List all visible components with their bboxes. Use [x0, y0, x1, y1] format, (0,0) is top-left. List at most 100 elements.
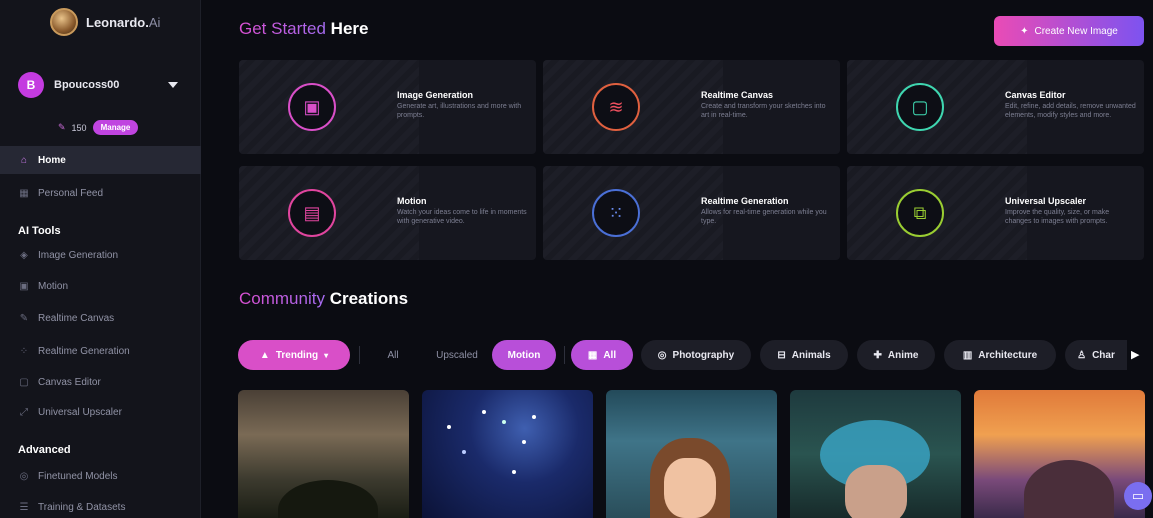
chat-icon: ▭ — [1131, 488, 1145, 503]
tile-title: Image Generation — [397, 90, 474, 100]
tree-silhouette — [278, 480, 378, 518]
sparkle-icon: ✚ — [873, 349, 882, 361]
tile-title: Canvas Editor — [1005, 90, 1066, 100]
leonardo-logo-icon — [50, 8, 78, 36]
divider — [359, 346, 360, 364]
community-image-card[interactable] — [606, 390, 777, 518]
user-menu[interactable]: B Bpoucoss00 — [18, 72, 188, 98]
manage-button[interactable]: Manage — [92, 120, 139, 135]
tile-canvas-editor[interactable]: ▢ Canvas Editor Edit, refine, add detail… — [847, 60, 1144, 154]
filter-motion[interactable]: Motion — [492, 340, 556, 370]
sidebar-item-motion[interactable]: ▣ Motion — [0, 272, 201, 300]
dataset-icon: ☰ — [19, 501, 29, 513]
filter-bar: ▲ Trending ▾ All Upscaled Motion ▦ All ◎… — [238, 340, 1153, 370]
chat-support-button[interactable]: ▭ — [1124, 482, 1152, 510]
sidebar-item-label: Finetuned Models — [38, 470, 118, 482]
sidebar-item-universal-upscaler[interactable]: ⤢ Universal Upscaler — [0, 398, 201, 426]
sidebar-item-home[interactable]: ⌂ Home — [0, 146, 201, 174]
sparkle-icon: ✦ — [1020, 25, 1029, 37]
filter-upscaled[interactable]: Upscaled — [422, 340, 492, 370]
avatar: B — [18, 72, 44, 98]
tile-motion[interactable]: ▤ Motion Watch your ideas come to life i… — [239, 166, 536, 260]
realtime-icon: ⁙ — [592, 189, 640, 237]
character-face — [664, 458, 716, 518]
motion-icon: ▣ — [19, 280, 29, 292]
sidebar-item-realtime-generation[interactable]: ⁘ Realtime Generation — [0, 337, 201, 365]
get-started-title: Get Started Here — [239, 19, 369, 38]
community-image-card[interactable] — [790, 390, 961, 518]
token-balance: ✎ 150 Manage — [58, 120, 139, 135]
brand[interactable]: Leonardo.Ai — [50, 6, 160, 38]
sidebar-item-label: Home — [38, 154, 66, 166]
community-image-card[interactable] — [238, 390, 409, 518]
tile-realtime-canvas[interactable]: ≋ Realtime Canvas Create and transform y… — [543, 60, 840, 154]
community-image-card[interactable] — [422, 390, 593, 518]
sidebar-item-realtime-canvas[interactable]: ✎ Realtime Canvas — [0, 304, 201, 332]
tile-description: Generate art, illustrations and more wit… — [397, 103, 522, 119]
tile-title: Realtime Generation — [701, 196, 789, 206]
main-content: Get Started Here ✦ Create New Image ▣ Im… — [201, 0, 1153, 518]
upscale-icon: ⧉ — [896, 189, 944, 237]
sidebar-item-label: Realtime Canvas — [38, 312, 115, 324]
animal-icon: ⊟ — [777, 349, 786, 361]
flame-icon: ▲ — [259, 349, 270, 361]
tile-description: Edit, refine, add details, remove unwant… — [1005, 103, 1136, 119]
filter-all[interactable]: All — [370, 340, 416, 370]
sidebar-item-label: Canvas Editor — [38, 376, 101, 388]
sidebar-item-image-generation[interactable]: ◈ Image Generation — [0, 241, 201, 269]
tile-description: Allows for real-time generation while yo… — [701, 209, 827, 225]
tile-title: Realtime Canvas — [701, 90, 774, 100]
category-animals[interactable]: ⊟ Animals — [760, 340, 848, 370]
tile-title: Motion — [397, 196, 427, 206]
tile-universal-upscaler[interactable]: ⧉ Universal Upscaler Improve the quality… — [847, 166, 1144, 260]
category-all[interactable]: ▦ All — [571, 340, 633, 370]
grid-icon: ▦ — [587, 349, 598, 361]
sidebar-item-training-datasets[interactable]: ☰ Training & Datasets — [0, 493, 201, 518]
category-character[interactable]: ♙ Char — [1065, 340, 1127, 370]
tile-realtime-generation[interactable]: ⁙ Realtime Generation Allows for real-ti… — [543, 166, 840, 260]
character-face — [845, 465, 907, 518]
ai-tools-heading: AI Tools — [18, 225, 61, 237]
chevron-down-icon: ▾ — [324, 350, 329, 360]
scroll-right-arrow-icon[interactable]: ▶ — [1131, 348, 1139, 361]
tile-description: Create and transform your sketches into … — [701, 103, 826, 119]
token-count: 150 — [71, 122, 87, 133]
canvas-icon: ▢ — [19, 376, 29, 388]
sidebar: Leonardo.Ai B Bpoucoss00 ✎ 150 Manage ⌂ … — [0, 0, 201, 518]
sidebar-item-label: Motion — [38, 280, 69, 292]
camera-icon: ◎ — [657, 349, 667, 361]
feed-icon: ▦ — [19, 187, 29, 199]
sidebar-item-label: Training & Datasets — [38, 501, 126, 513]
sidebar-item-label: Realtime Generation — [38, 345, 130, 357]
advanced-heading: Advanced — [18, 444, 71, 456]
category-photography[interactable]: ◎ Photography — [641, 340, 751, 370]
tile-image-generation[interactable]: ▣ Image Generation Generate art, illustr… — [239, 60, 536, 154]
sidebar-item-canvas-editor[interactable]: ▢ Canvas Editor — [0, 368, 201, 396]
home-icon: ⌂ — [20, 154, 28, 166]
tile-description: Watch your ideas come to life in moments… — [397, 209, 527, 225]
sidebar-item-label: Personal Feed — [38, 187, 104, 199]
tile-title: Universal Upscaler — [1005, 196, 1087, 206]
motion-icon: ▤ — [288, 189, 336, 237]
category-anime[interactable]: ✚ Anime — [857, 340, 935, 370]
stars — [482, 410, 486, 414]
sidebar-item-label: Universal Upscaler — [38, 406, 122, 418]
sidebar-item-personal-feed[interactable]: ▦ Personal Feed — [0, 179, 201, 207]
brush-icon: ≋ — [592, 83, 640, 131]
trending-dropdown[interactable]: ▲ Trending ▾ — [238, 340, 350, 370]
person-icon: ♙ — [1077, 349, 1087, 361]
category-architecture[interactable]: ▥ Architecture — [944, 340, 1056, 370]
sidebar-item-finetuned-models[interactable]: ◎ Finetuned Models — [0, 462, 201, 490]
chevron-down-icon[interactable] — [168, 82, 178, 88]
tile-description: Improve the quality, size, or make chang… — [1005, 209, 1110, 225]
image-icon: ▣ — [288, 83, 336, 131]
create-new-image-button[interactable]: ✦ Create New Image — [994, 16, 1144, 46]
canvas-icon: ▢ — [896, 83, 944, 131]
sidebar-item-label: Image Generation — [38, 249, 119, 261]
community-image-card[interactable] — [974, 390, 1145, 518]
upscale-icon: ⤢ — [20, 406, 28, 418]
token-icon: ✎ — [58, 122, 66, 132]
community-creations-title: Community Creations — [239, 289, 409, 308]
realtime-icon: ⁘ — [19, 345, 29, 357]
app-window: Leonardo.Ai B Bpoucoss00 ✎ 150 Manage ⌂ … — [0, 0, 1153, 518]
